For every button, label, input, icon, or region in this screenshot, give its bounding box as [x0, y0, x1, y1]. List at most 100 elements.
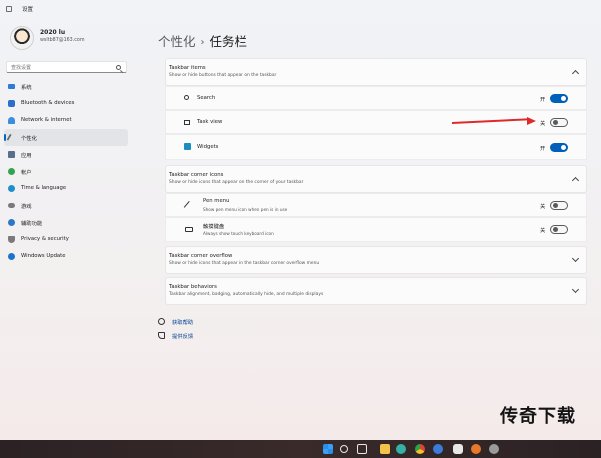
sidebar-item-bluetooth[interactable]: Bluetooth & devices [4, 95, 128, 112]
section-subtitle: Show or hide icons that appear on the co… [169, 180, 304, 185]
sidebar-item-privacy[interactable]: Privacy & security [4, 231, 128, 248]
sidebar-item-accessibility[interactable]: 辅助功能 [4, 214, 128, 231]
breadcrumb-parent[interactable]: 个性化 [158, 34, 196, 49]
user-email: wsltb87@163.com [40, 38, 85, 43]
taskbar-corner-overflow-header[interactable]: Taskbar corner overflow Show or hide ico… [165, 246, 587, 274]
corner-icon-touch-keyboard-row: 触摸键盘 Always show touch keyboard icon 关 [165, 217, 587, 242]
chevron-up-icon[interactable] [571, 69, 580, 78]
toggle-knob [553, 227, 558, 232]
watermark: 传奇下载 [500, 406, 576, 427]
chevron-down-icon[interactable] [571, 285, 580, 294]
row-label: 触摸键盘 [203, 224, 225, 230]
search-icon [184, 95, 189, 100]
user-profile[interactable]: 2020 lu wsltb87@163.com [10, 24, 130, 52]
taskbar-corner-icons-header[interactable]: Taskbar corner icons Show or hide icons … [165, 165, 587, 193]
taskbar-behaviors-header[interactable]: Taskbar behaviors Taskbar alignment, bad… [165, 277, 587, 305]
sidebar-item-label: 辅助功能 [21, 221, 43, 227]
sidebar-item-gaming[interactable]: 游戏 [4, 197, 128, 214]
task-view-icon [184, 120, 190, 125]
section-subtitle: Show or hide icons that appear in the ta… [169, 261, 320, 266]
annotation-arrow-head [527, 117, 536, 125]
chevron-up-icon[interactable] [571, 176, 580, 185]
feedback-icon [158, 332, 165, 339]
settings-search[interactable] [6, 61, 127, 73]
pen-menu-toggle[interactable] [550, 201, 568, 210]
sidebar-item-label: Network & internet [21, 117, 72, 123]
toggle-knob [553, 203, 558, 208]
sidebar-item-accounts[interactable]: 帐户 [4, 163, 128, 180]
sidebar-item-label: Time & language [21, 185, 67, 191]
toggle-state: 开 [540, 97, 546, 103]
row-label: Widgets [197, 144, 219, 150]
page-title: 任务栏 [209, 34, 248, 49]
sidebar-item-label: Windows Update [21, 253, 66, 259]
section-title: Taskbar corner icons [169, 172, 224, 178]
monitor-icon [8, 84, 15, 89]
taskbar-items-header[interactable]: Taskbar items Show or hide buttons that … [165, 58, 587, 86]
toggle-state: 关 [540, 121, 546, 127]
sidebar-item-network[interactable]: Network & internet [4, 112, 128, 129]
search-icon [116, 65, 121, 70]
sidebar-item-personalization[interactable]: 个性化 [4, 129, 128, 146]
taskbar-item-task-view-row: Task view 关 [165, 110, 587, 134]
toggle-knob [561, 96, 566, 101]
section-title: Taskbar items [169, 65, 206, 71]
sidebar-item-apps[interactable]: 应用 [4, 146, 128, 163]
settings-window: 设置 2020 lu wsltb87@163.com 系统 Bluetooth … [0, 0, 601, 440]
chrome-icon[interactable] [415, 444, 425, 454]
sidebar-item-label: Privacy & security [21, 236, 69, 242]
sidebar-item-windows-update[interactable]: Windows Update [4, 248, 128, 265]
sidebar-item-label: Bluetooth & devices [21, 100, 75, 106]
toggle-state: 开 [540, 146, 546, 152]
file-explorer-icon[interactable] [380, 444, 390, 454]
account-icon [8, 168, 15, 175]
toggle-state: 关 [540, 228, 546, 234]
search-icon[interactable] [340, 445, 348, 453]
section-subtitle: Taskbar alignment, badging, automaticall… [169, 292, 324, 297]
toggle-state: 关 [540, 204, 546, 210]
sidebar-item-time-language[interactable]: Time & language [4, 180, 128, 197]
widgets-toggle[interactable] [550, 143, 568, 152]
touch-keyboard-toggle[interactable] [550, 225, 568, 234]
taskbar-item-search-row: Search 开 [165, 86, 587, 110]
row-label: Search [197, 95, 216, 101]
give-feedback-link[interactable]: 提供反馈 [158, 331, 278, 341]
bluetooth-icon [8, 100, 15, 107]
breadcrumb-separator: › [200, 37, 205, 48]
globe-icon [8, 185, 15, 192]
apps-icon [8, 151, 15, 158]
sidebar-item-label: 个性化 [21, 136, 37, 142]
gamepad-icon [8, 203, 15, 208]
user-name: 2020 lu [40, 29, 66, 36]
chevron-down-icon[interactable] [571, 254, 580, 263]
task-view-toggle[interactable] [550, 118, 568, 127]
sidebar-item-label: 应用 [21, 153, 32, 159]
keyboard-icon [185, 227, 193, 232]
windows-taskbar [0, 440, 601, 458]
row-description: Always show touch keyboard icon [203, 231, 274, 236]
row-description: Show pen menu icon when pen is in use [203, 207, 288, 212]
search-toggle[interactable] [550, 94, 568, 103]
firefox-icon[interactable] [471, 444, 481, 454]
window-title: 设置 [22, 7, 34, 13]
search-input[interactable] [11, 63, 111, 72]
help-icon [158, 318, 165, 325]
taskbar-item-widgets-row: Widgets 开 [165, 134, 587, 160]
widgets-icon [184, 143, 191, 150]
settings-app-icon [6, 6, 12, 12]
edge-icon[interactable] [396, 444, 406, 454]
task-view-icon[interactable] [357, 444, 367, 454]
row-label: Task view [197, 119, 223, 125]
sidebar-item-system[interactable]: 系统 [4, 78, 128, 95]
get-help-link[interactable]: 获取帮助 [158, 317, 278, 327]
get-help-label: 获取帮助 [172, 320, 194, 326]
start-icon[interactable] [323, 444, 333, 454]
sidebar-nav: 系统 Bluetooth & devices Network & interne… [4, 78, 128, 265]
row-label: Pen menu [203, 198, 230, 204]
section-subtitle: Show or hide buttons that appear on the … [169, 73, 277, 78]
settings-gear-icon[interactable] [489, 444, 499, 454]
sidebar-item-label: 系统 [21, 85, 32, 91]
browser-icon[interactable] [433, 444, 443, 454]
shield-icon [8, 236, 15, 243]
app-icon[interactable] [453, 444, 463, 454]
